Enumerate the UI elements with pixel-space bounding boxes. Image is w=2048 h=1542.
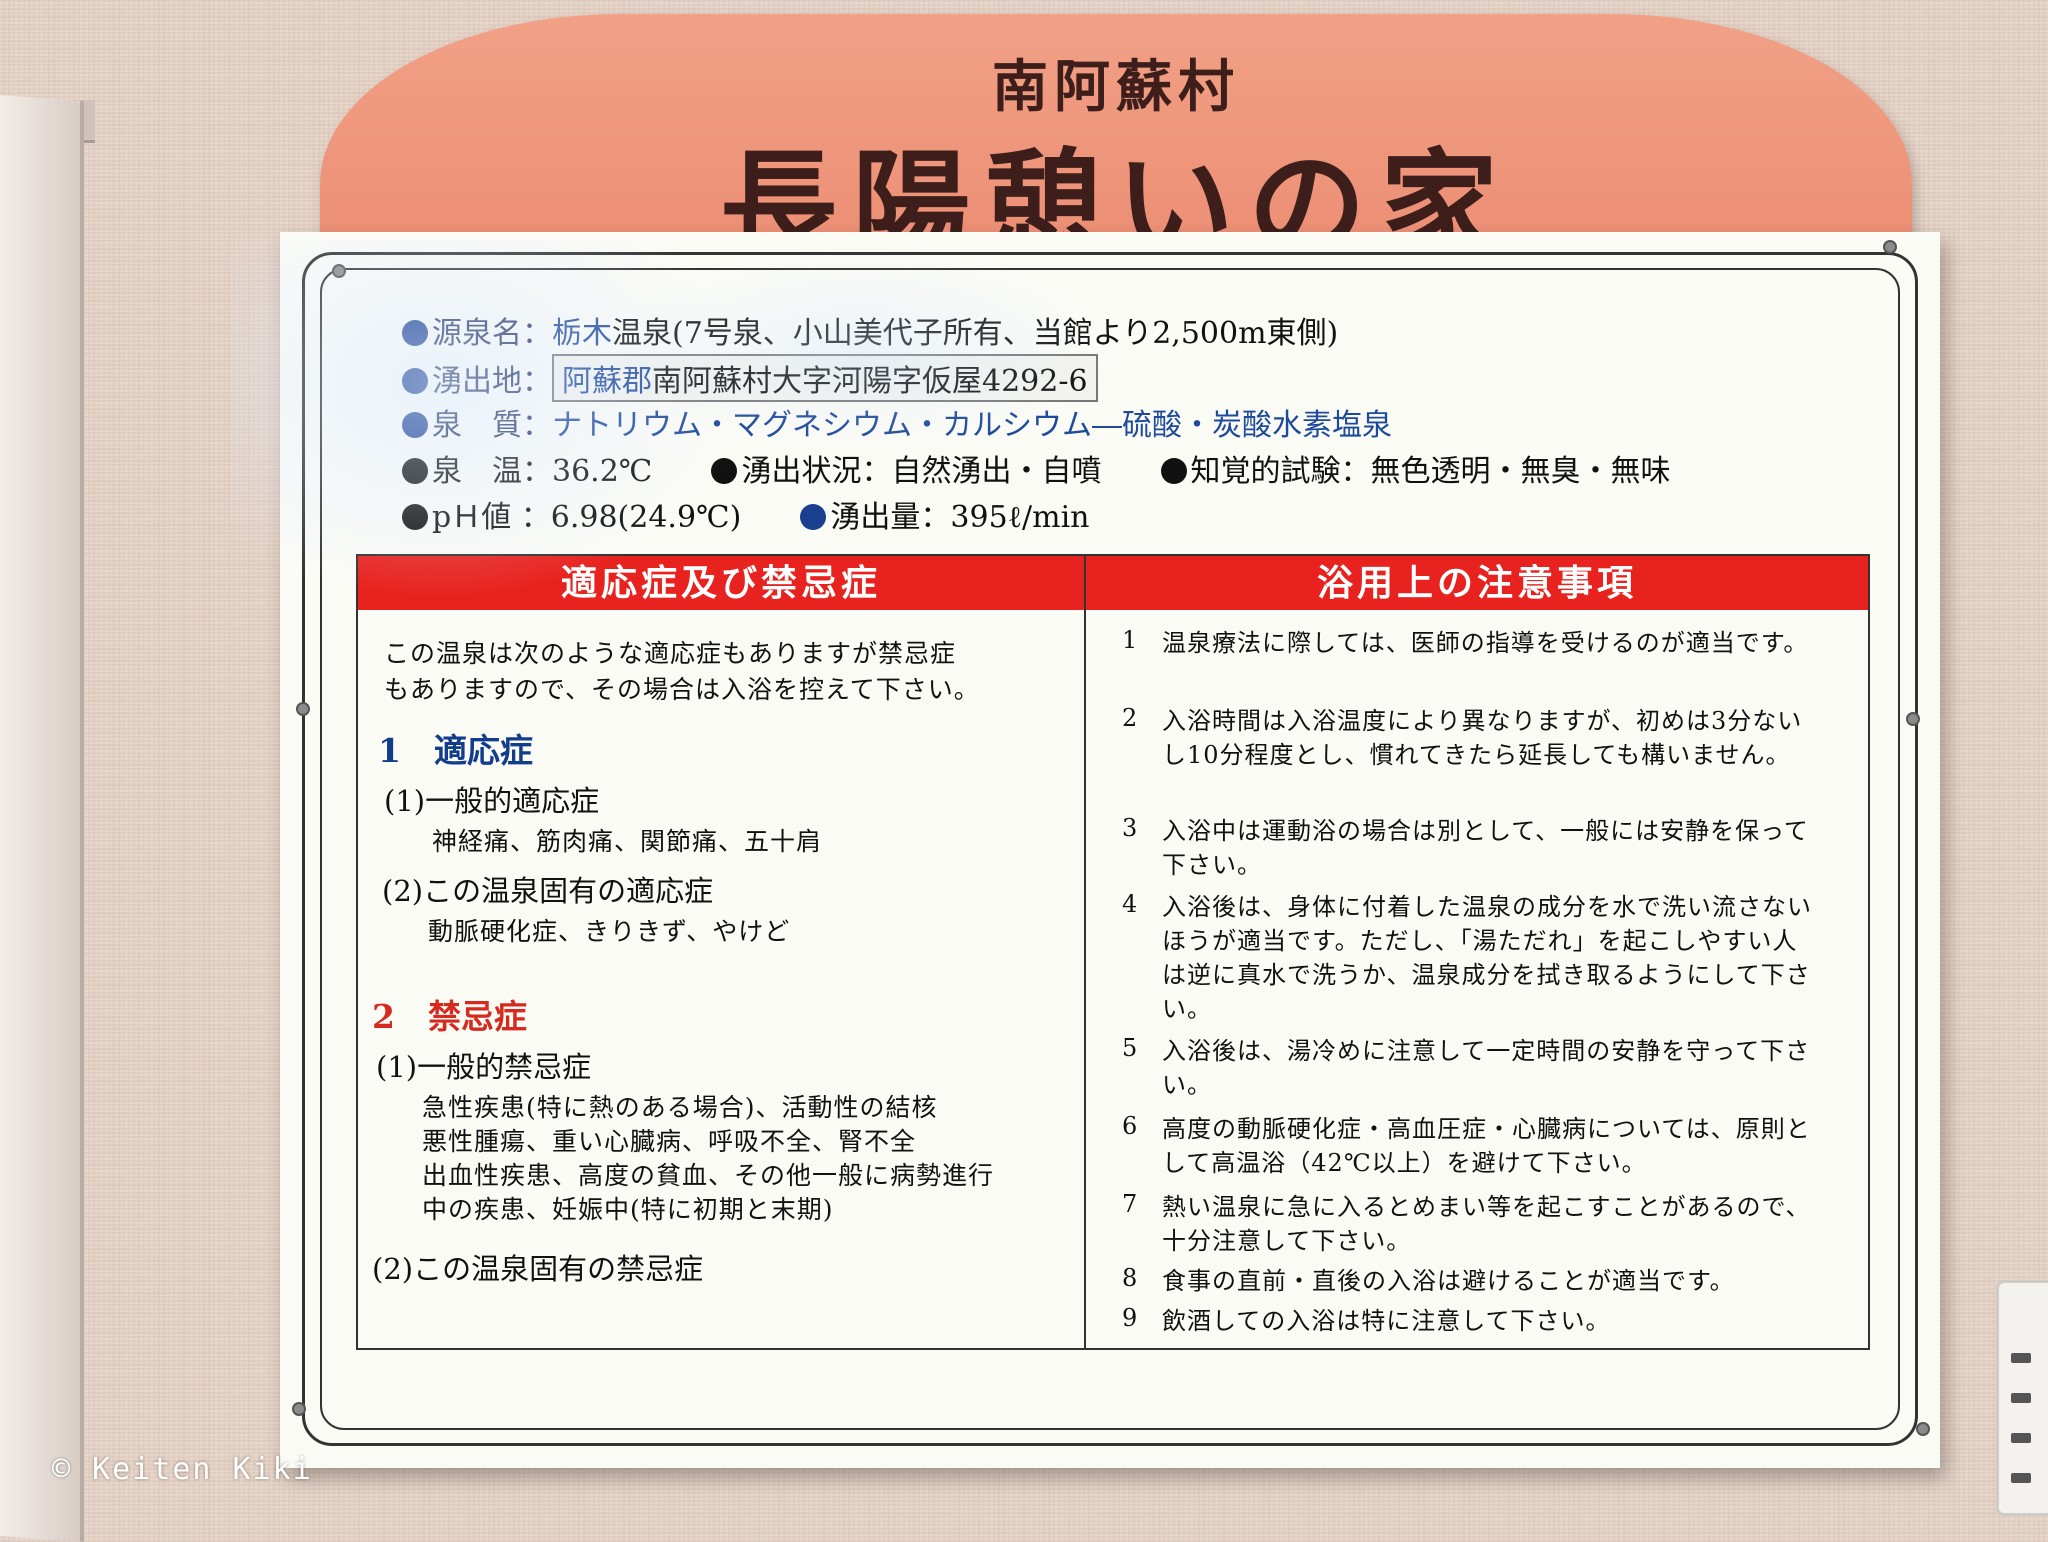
contraindication-line: 急性疾患(特に熱のある場合)、活動性の結核 [422,1093,938,1122]
bullet-icon [402,320,428,346]
specific-indications-text: 動脈硬化症、きりきず、やけど [428,917,791,946]
door-frame [0,95,84,1542]
precautions-heading: 浴用上の注意事項 [1086,556,1868,610]
general-indications-text: 神経痛、筋肉痛、関節痛、五十肩 [432,827,823,856]
indications-panel: 適応症及び禁忌症 この温泉は次のような適応症もありますが禁忌症 もありますので、… [356,554,1086,1350]
sign-arch-header: 南阿蘇村 長陽憩いの家 [320,14,1912,275]
info-location: 湧出地： 阿蘇郡南阿蘇村大字河陽字仮屋4292-6 [402,354,1098,402]
indications-heading: 適応症及び禁忌症 [358,556,1084,610]
bullet-icon [402,368,428,394]
bullet-icon [402,504,428,530]
info-source: 源泉名：栃木温泉(7号泉、小山美代子所有、当館より2,500m東側) [402,308,1338,352]
bullet-icon [800,504,827,530]
contraindication-line: 中の疾患、妊娠中(特に初期と末期) [422,1195,834,1224]
general-indications-title: (1)一般的適応症 [384,784,600,818]
bullet-icon [402,458,428,484]
contraindication-line: 悪性腫瘍、重い心臓病、呼吸不全、腎不全 [422,1127,917,1156]
intro-line-1: この温泉は次のような適応症もありますが禁忌症 [384,639,957,668]
bullet-icon [1160,458,1187,484]
bullet-icon [711,458,738,484]
general-contraindications-title: (1)一般的禁忌症 [376,1050,592,1084]
info-quality: 泉 質：ナトリウム・マグネシウム・カルシウム―硫酸・炭酸水素塩泉 [402,400,1392,444]
specific-indications-title: (2)この温泉固有の適応症 [382,874,714,908]
light-switch-plate [1996,1280,2048,1516]
intro-line-2: もありますので、その場合は入浴を控えて下さい。 [384,675,980,704]
contraindication-line: 出血性疾患、高度の貧血、その他一般に病勢進行 [422,1161,995,1190]
contraindications-title: 2 禁忌症 [372,997,527,1036]
bullet-icon [402,412,428,438]
info-temp-row: 泉 温：36.2℃ 湧出状況：自然湧出・自噴 知覚的試験：無色透明・無臭・無味 [402,446,1671,490]
photo-credit: © Keiten Kiki [52,1452,313,1487]
bathing-precautions-panel: 浴用上の注意事項 1 温泉療法に際しては、医師の指導を受けるのが適当です。 2 入浴… [1084,554,1870,1350]
hot-spring-info-board: 源泉名：栃木温泉(7号泉、小山美代子所有、当館より2,500m東側) 湧出地：阿… [280,232,1940,1468]
specific-contraindications-title: (2)この温泉固有の禁忌症 [372,1252,704,1286]
info-ph-row: pＨ値 ：6.98(24.9℃) 湧出量：395ℓ/min [402,492,1090,536]
indications-title: 1 適応症 [378,731,533,770]
